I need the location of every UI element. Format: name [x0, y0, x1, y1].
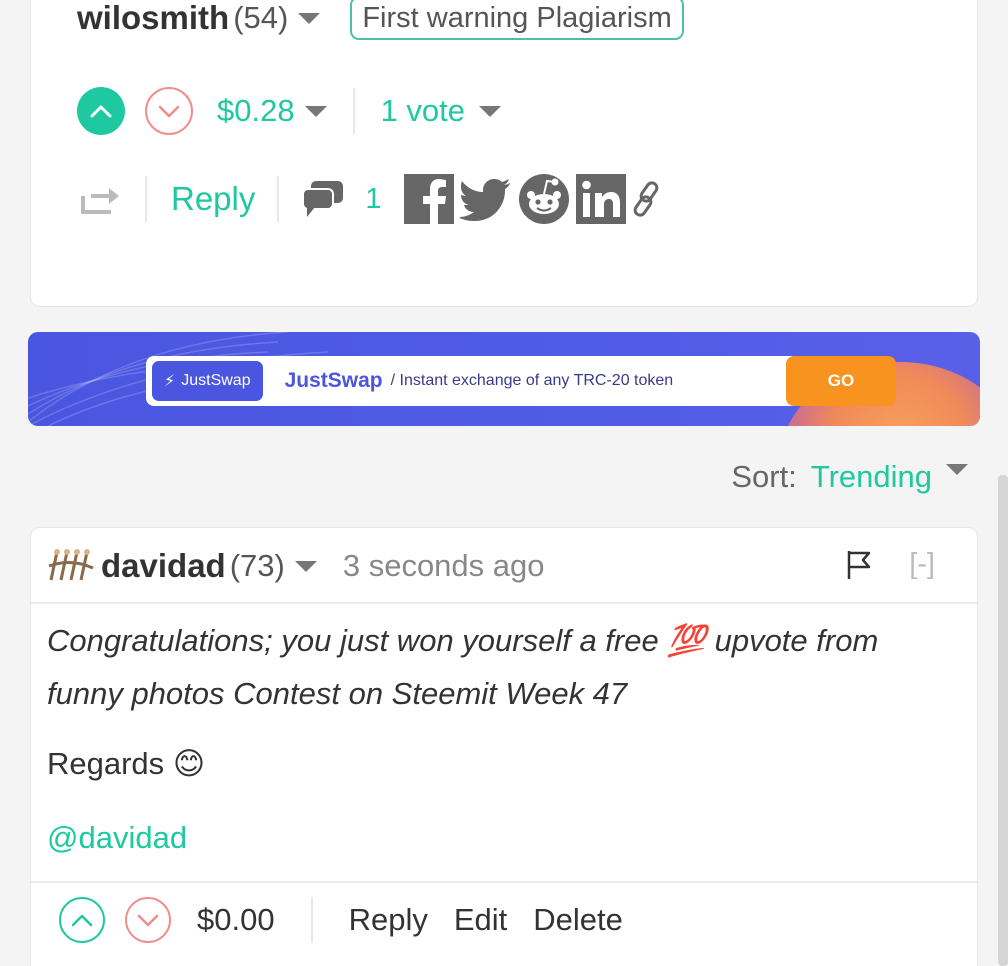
avatar[interactable] [47, 546, 95, 586]
sort-control[interactable]: Sort: Trending [731, 455, 968, 499]
sort-label: Sort: [731, 459, 797, 494]
comment-author-reputation: (73) [229, 548, 285, 583]
comment-paragraph: Congratulations; you just won yourself a… [47, 614, 937, 720]
divider [277, 176, 280, 222]
parent-author-row: wilosmith (54) First warning Plagiarism [77, 0, 684, 42]
edit-link[interactable]: Edit [454, 902, 507, 938]
ad-subtitle: / Instant exchange of any TRC-20 token [390, 372, 674, 389]
regards-text: Regards [47, 746, 165, 781]
sort-caret-icon[interactable] [946, 463, 968, 475]
comment-header: davidad (73) 3 seconds ago [-] [47, 542, 961, 590]
ad-logo-text: JustSwap [181, 372, 251, 389]
ad-go-button[interactable]: GO [786, 356, 896, 406]
comments-icon[interactable] [301, 179, 345, 219]
chevron-up-icon [90, 105, 112, 118]
upvote-button[interactable] [77, 87, 125, 135]
comment-footer: $0.00 Reply Edit Delete [59, 896, 649, 944]
mention-link[interactable]: @davidad [47, 820, 937, 856]
comment-card: davidad (73) 3 seconds ago [-] Congratul… [30, 527, 978, 966]
votes-caret-icon[interactable] [479, 105, 502, 117]
payout-caret-icon[interactable] [304, 105, 327, 117]
resteem-icon[interactable] [81, 182, 121, 216]
sort-value[interactable]: Trending [811, 459, 932, 495]
comment-author-name[interactable]: davidad [101, 547, 226, 585]
flag-icon[interactable] [845, 549, 875, 581]
parent-author-reputation: (54) [233, 0, 289, 35]
chevron-up-icon [71, 914, 93, 927]
comment-body: Congratulations; you just won yourself a… [47, 614, 937, 856]
parent-reply-link[interactable]: Reply [171, 180, 255, 218]
author-menu-caret-icon[interactable] [294, 560, 317, 572]
ad-banner[interactable]: ⚡ JustSwap JustSwap / Instant exchange o… [28, 332, 980, 426]
comment-text-line2: funny photos Contest on Steemit Week 47 [47, 676, 628, 711]
linkedin-icon[interactable] [575, 174, 626, 224]
hundred-emoji: 💯 [667, 623, 706, 658]
ad-content: ⚡ JustSwap JustSwap / Instant exchange o… [146, 356, 896, 406]
share-icons [403, 173, 662, 225]
comment-text-line1b: upvote from [705, 623, 879, 658]
twitter-icon[interactable] [459, 177, 512, 221]
comment-text-line1: Congratulations; you just won yourself a… [47, 623, 659, 658]
parent-author-name[interactable]: wilosmith [77, 0, 229, 37]
delete-link[interactable]: Delete [533, 902, 623, 938]
parent-comment-card: wilosmith (54) First warning Plagiarism … [30, 0, 978, 307]
justswap-logo: ⚡ JustSwap [152, 361, 263, 401]
scrollbar[interactable] [998, 475, 1008, 966]
vote-count[interactable]: 1 vote [381, 93, 465, 129]
reply-link[interactable]: Reply [349, 902, 428, 938]
link-icon[interactable] [632, 179, 662, 219]
downvote-button[interactable] [145, 87, 193, 135]
reddit-icon[interactable] [518, 173, 570, 225]
reply-count[interactable]: 1 [365, 183, 381, 216]
chevron-down-icon [137, 914, 159, 927]
comment-regards: Regards 😊 [47, 746, 937, 782]
divider [31, 881, 977, 883]
collapse-toggle[interactable]: [-] [909, 548, 935, 581]
divider [145, 176, 147, 222]
justswap-logo-icon: ⚡ [164, 373, 176, 390]
comment-payout[interactable]: $0.00 [197, 902, 275, 938]
author-menu-caret-icon[interactable] [298, 12, 321, 24]
parent-payout[interactable]: $0.28 [217, 93, 295, 129]
chevron-down-icon [158, 105, 180, 118]
comment-timestamp[interactable]: 3 seconds ago [343, 548, 545, 584]
ad-title: JustSwap [284, 369, 383, 392]
divider [310, 897, 313, 943]
divider [31, 602, 977, 604]
smile-emoji: 😊 [172, 746, 206, 781]
parent-vote-row: $0.28 1 vote [77, 86, 502, 136]
upvote-button[interactable] [59, 897, 105, 943]
facebook-icon[interactable] [403, 174, 454, 224]
divider [352, 88, 355, 134]
downvote-button[interactable] [125, 897, 171, 943]
warning-tag[interactable]: First warning Plagiarism [350, 0, 684, 40]
parent-action-row: Reply 1 [81, 173, 662, 225]
comment-header-actions: [-] [845, 548, 935, 581]
